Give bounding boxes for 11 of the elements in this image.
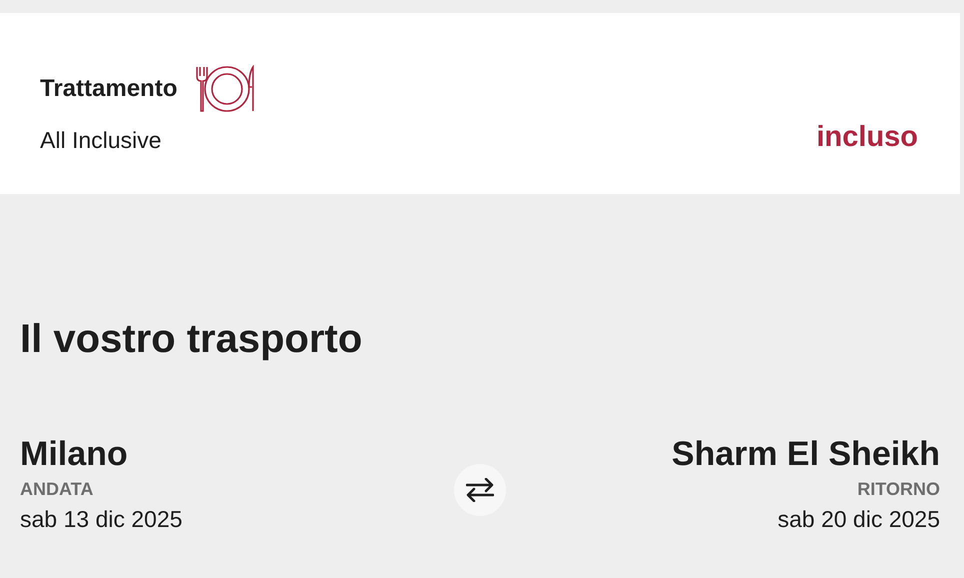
city-name: Milano <box>20 437 128 473</box>
board-title: Trattamento <box>40 75 178 103</box>
swap-icon <box>466 478 494 502</box>
leg-date: sab 20 dic 2025 <box>778 506 940 533</box>
leg-label: ANDATA <box>20 478 94 500</box>
board-price: incluso <box>816 121 918 154</box>
leg-date: sab 13 dic 2025 <box>20 506 182 533</box>
transport-heading: Il vostro trasporto <box>20 319 364 359</box>
board-name: All Inclusive <box>40 127 162 154</box>
leg-label: RITORNO <box>857 478 940 500</box>
city-name: Sharm El Sheikh <box>672 437 940 473</box>
